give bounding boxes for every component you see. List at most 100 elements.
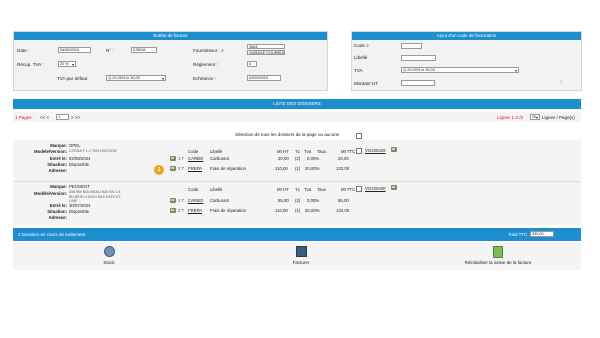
- default-vat-select[interactable]: 1) 20,00% le 30,00: [106, 75, 166, 81]
- plus-icon[interactable]: +: [559, 79, 563, 86]
- entry-date-label: Entré le:: [49, 156, 67, 161]
- model-value: CORSA F 1.2 75CH EDITION: [69, 149, 117, 153]
- add-code-title: Ajout d'un code de facturation: [352, 32, 581, 40]
- dossier-checkbox[interactable]: [356, 186, 362, 192]
- col-libelle: Libellé: [210, 149, 223, 154]
- amount-field[interactable]: [401, 80, 435, 86]
- code-field[interactable]: [401, 43, 422, 49]
- col-code: Code: [188, 149, 199, 154]
- vehicle-card: Marque: PEUGEOT Modèle/Version: 308 SW N…: [13, 182, 581, 225]
- situation-value: Disponible: [69, 162, 90, 167]
- vat-select[interactable]: 1) 20,00% le 30,00: [401, 67, 519, 73]
- line-edit-icon[interactable]: [170, 156, 176, 161]
- payment-field[interactable]: 4: [247, 61, 257, 67]
- date-field[interactable]: 04/08/2024: [58, 47, 91, 53]
- stock-label: Stock: [103, 260, 115, 265]
- edit-dossier-icon[interactable]: [391, 147, 397, 152]
- line-code[interactable]: FREPA: [188, 166, 202, 171]
- line-libelle: Carburant: [210, 156, 230, 161]
- invoice-icon: [295, 246, 307, 257]
- supplier-search-icon[interactable]: ⌕: [221, 48, 224, 54]
- line-mt-ttc: 132,00: [336, 208, 350, 213]
- vat-recovery-select[interactable]: 20 %: [58, 61, 76, 67]
- line-libelle: Frais de réparation: [210, 166, 247, 171]
- supplier-code-field[interactable]: 3684: [247, 44, 285, 49]
- situation-label: Situation:: [47, 162, 67, 167]
- reset-button[interactable]: Réinitialiser la saisie de la facture: [448, 246, 548, 265]
- due-date-field[interactable]: 03/09/2024: [247, 75, 281, 81]
- col-taux: Taux: [317, 187, 327, 192]
- line-mt-ht: 55,00: [278, 198, 289, 203]
- line-mt-ht: 110,00: [275, 208, 288, 213]
- col-tx: Tx: [295, 149, 300, 154]
- select-all-row: Sélection de tous les dossiers de la pag…: [235, 132, 339, 137]
- stock-button[interactable]: Stock: [89, 246, 129, 265]
- line-mt-ttc: 55,00: [338, 198, 349, 203]
- line-tva: 0,00%: [307, 198, 320, 203]
- col-mt-ttc: Mt TTC: [341, 187, 356, 192]
- per-page-select[interactable]: 20: [530, 114, 540, 120]
- dossiers-list: Marque: OPEL Modèle/Version: CORSA F 1.2…: [13, 140, 581, 225]
- footer-bar: 2 Dossiers en cours de traitement Total …: [13, 228, 581, 241]
- add-code-panel: Ajout d'un code de facturation Code ⌕ Li…: [351, 31, 582, 91]
- invoice-header-title: Entête de facture: [14, 32, 327, 40]
- line-tx: (2): [295, 198, 301, 203]
- invoice-number-field[interactable]: 078094: [131, 47, 157, 53]
- line-mt-ht: 110,00: [275, 166, 288, 171]
- col-taux: Taux: [317, 149, 327, 154]
- reset-label: Réinitialiser la saisie de la facture: [464, 260, 532, 265]
- line-mt-ttc: 132,00: [336, 166, 350, 171]
- next-page-button[interactable]: > >>: [71, 115, 80, 120]
- brand-value: OPEL: [69, 143, 81, 148]
- line-edit-icon[interactable]: [170, 166, 176, 171]
- reset-icon: [493, 246, 503, 258]
- line-mt-ht: 20,00: [278, 156, 289, 161]
- line-code[interactable]: FREPA: [188, 208, 202, 213]
- line-tx: (2): [295, 156, 301, 161]
- line-libelle: Carburant: [210, 198, 230, 203]
- dossier-checkbox[interactable]: [356, 148, 362, 154]
- per-page-label: Lignes / Page(s): [542, 115, 575, 120]
- libelle-field[interactable]: [401, 55, 436, 61]
- amount-label: Montant HT: [354, 81, 378, 86]
- page-field[interactable]: 1: [56, 114, 69, 120]
- lines-count: Lignes 1-2 /2: [497, 115, 524, 120]
- pages-count: 1 Pages :: [15, 115, 35, 120]
- supplier-name-field: GARAGE COURBLIN: [247, 50, 285, 55]
- prev-page-button[interactable]: << <: [40, 115, 49, 120]
- model-value: 308 SW NOUVEAU 308 SW 1.5 BLUEHDI 130CH …: [69, 190, 121, 204]
- col-code: Code: [188, 187, 199, 192]
- col-tva: Tva: [304, 149, 312, 154]
- date-label: Date :: [17, 48, 30, 53]
- libelle-label: Libellé: [354, 55, 368, 60]
- dossiers-header-bar: LISTE DES DOSSIERS: [13, 99, 581, 109]
- entry-date-value: 02/08/2024: [69, 156, 91, 161]
- line-code[interactable]: CARBO: [188, 198, 203, 203]
- col-tva: Tva: [304, 187, 312, 192]
- edit-dossier-icon[interactable]: [391, 185, 397, 190]
- situation-value: Disponible: [69, 209, 90, 214]
- total-ttc-field: 339,00: [530, 231, 554, 237]
- dossier-link[interactable]: VO100429: [365, 148, 386, 153]
- entry-date-value: 30/07/2024: [69, 203, 91, 208]
- line-tva: 0,00%: [307, 156, 320, 161]
- dossiers-title: LISTE DES DOSSIERS: [273, 101, 321, 106]
- payment-label: Règlement :: [193, 62, 218, 67]
- address-label: Adresse:: [48, 215, 67, 220]
- brand-value: PEUGEOT: [69, 184, 91, 189]
- stock-icon: [103, 246, 115, 257]
- dossier-link[interactable]: VO100430: [365, 186, 386, 191]
- invoice-button[interactable]: Facturer: [281, 246, 321, 265]
- select-all-checkbox[interactable]: [356, 133, 362, 139]
- line-mt-ttc: 20,00: [338, 156, 349, 161]
- line-edit-icon[interactable]: [170, 208, 176, 213]
- vehicle-card: Marque: OPEL Modèle/Version: CORSA F 1.2…: [13, 140, 581, 182]
- line-edit-icon[interactable]: [170, 198, 176, 203]
- model-label: Modèle/Version:: [34, 191, 67, 196]
- line-code[interactable]: CARBO: [188, 156, 203, 161]
- code-search-icon[interactable]: ⌕: [366, 43, 369, 49]
- col-mt-ttc: Mt TTC: [341, 149, 356, 154]
- line-tva: 20,00%: [305, 166, 320, 171]
- invoice-number-label: N° :: [106, 48, 114, 53]
- vat-label: TVA: [354, 68, 363, 73]
